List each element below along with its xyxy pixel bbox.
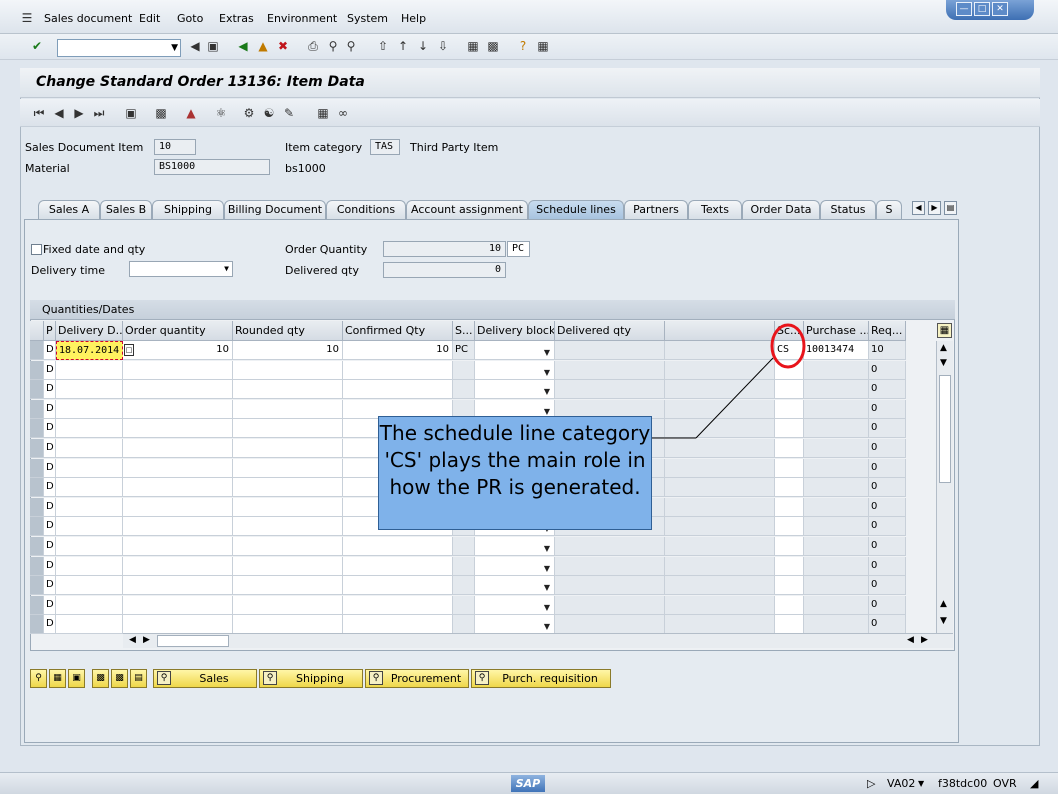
status-resize-icon[interactable]: ◢ xyxy=(1030,777,1038,790)
magnifier-icon[interactable]: ⚲ xyxy=(30,669,47,688)
purch-requisition-button[interactable]: ⚲ Purch. requisition xyxy=(471,669,611,688)
status-transaction: VA02 xyxy=(887,777,916,790)
procurement-button[interactable]: ⚲ Procurement xyxy=(365,669,469,688)
shipping-button[interactable]: ⚲ Shipping xyxy=(259,669,363,688)
select-block-icon[interactable]: ▩ xyxy=(111,669,128,688)
select-all-icon[interactable]: ▩ xyxy=(92,669,109,688)
callout-box: The schedule line category 'CS' plays th… xyxy=(378,416,652,530)
magnifier-icon: ⚲ xyxy=(369,671,383,685)
highlight-circle xyxy=(770,323,806,369)
deselect-all-icon[interactable]: ▤ xyxy=(130,669,147,688)
magnifier-icon: ⚲ xyxy=(263,671,277,685)
magnifier-icon: ⚲ xyxy=(157,671,171,685)
sales-button[interactable]: ⚲ Sales xyxy=(153,669,257,688)
chevron-down-icon[interactable]: ▼ xyxy=(918,779,924,788)
status-mode: OVR xyxy=(993,777,1017,790)
delete-row-icon[interactable]: ▣ xyxy=(68,669,85,688)
status-server: f38tdc00 xyxy=(938,777,988,790)
insert-row-icon[interactable]: ▦ xyxy=(49,669,66,688)
sap-logo: SAP xyxy=(511,775,545,792)
magnifier-icon: ⚲ xyxy=(475,671,489,685)
status-expand-icon[interactable]: ▷ xyxy=(867,777,875,790)
callout-pointer-line xyxy=(695,357,774,439)
status-bar: SAP ▷ VA02 ▼ f38tdc00 OVR ◢ xyxy=(0,772,1058,794)
